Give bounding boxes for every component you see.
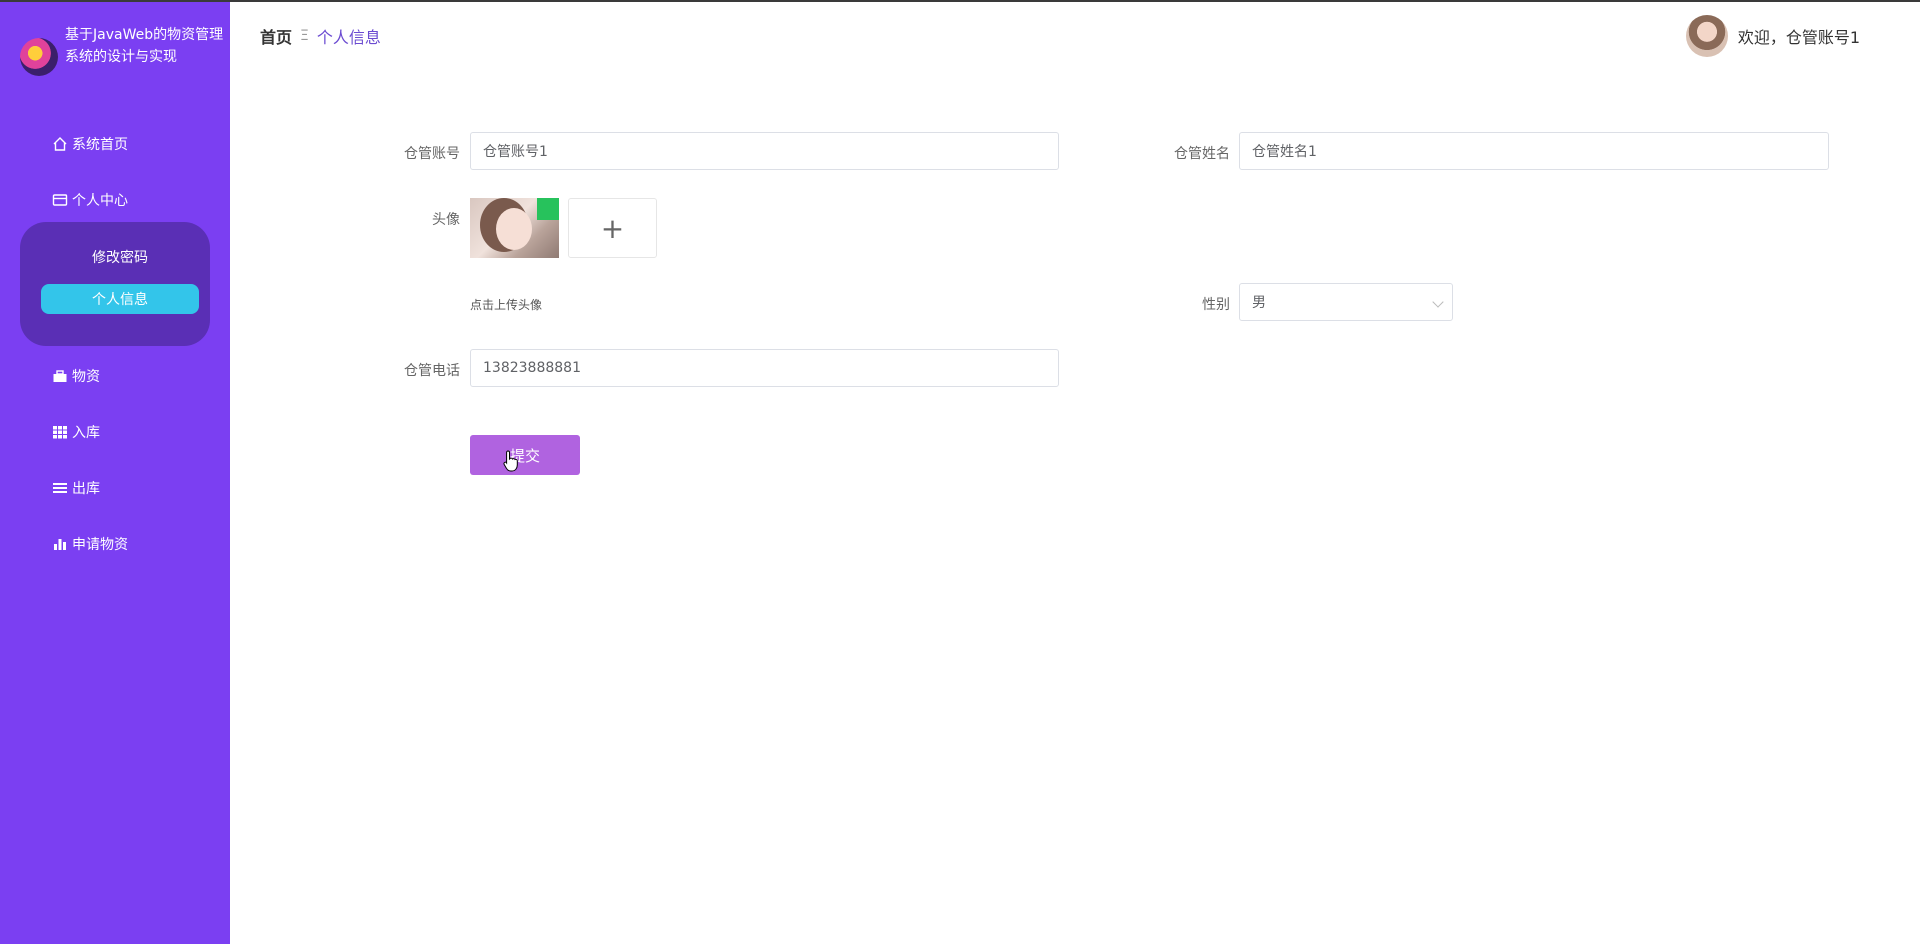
name-value: 仓管姓名1 xyxy=(1252,144,1317,160)
plus-icon: + xyxy=(600,211,625,245)
sidebar-item-label: 物资 xyxy=(72,369,100,385)
breadcrumb-current: 个人信息 xyxy=(316,28,381,47)
breadcrumb-separator: Ξ xyxy=(300,28,309,44)
sidebar: 基于JavaWeb的物资管理系统的设计与实现 系统首页 个人中心 修改密码 个人… xyxy=(0,2,230,944)
breadcrumb: 首页 Ξ 个人信息 xyxy=(260,24,381,48)
sidebar-item-home[interactable]: 系统首页 xyxy=(52,132,128,156)
submenu-item-personal-info[interactable]: 个人信息 xyxy=(41,284,199,314)
gender-select[interactable]: 男 xyxy=(1239,283,1453,321)
home-icon xyxy=(52,136,68,152)
gender-value: 男 xyxy=(1252,295,1266,311)
name-field[interactable]: 仓管姓名1 xyxy=(1239,132,1829,170)
submenu-item-label: 修改密码 xyxy=(92,250,148,266)
sidebar-item-inbound[interactable]: 入库 xyxy=(52,420,100,444)
sidebar-item-label: 入库 xyxy=(72,425,100,441)
avatar-photo-corner xyxy=(537,198,559,220)
avatar-upload-button[interactable]: + xyxy=(568,198,657,258)
brand: 基于JavaWeb的物资管理系统的设计与实现 xyxy=(20,24,223,94)
sidebar-item-label: 个人中心 xyxy=(72,193,128,209)
sidebar-item-label: 出库 xyxy=(72,481,100,497)
sidebar-item-outbound[interactable]: 出库 xyxy=(52,476,100,500)
chevron-down-icon xyxy=(1432,296,1444,308)
account-field[interactable]: 仓管账号1 xyxy=(470,132,1059,170)
sidebar-item-label: 系统首页 xyxy=(72,137,128,153)
top-border xyxy=(0,0,1920,2)
sidebar-item-personal-center[interactable]: 个人中心 xyxy=(52,188,128,212)
gender-label: 性别 xyxy=(1202,297,1230,313)
grid-icon xyxy=(52,424,68,440)
phone-field[interactable]: 13823888881 xyxy=(470,349,1059,387)
sidebar-item-label: 申请物资 xyxy=(72,537,128,553)
list-icon xyxy=(52,480,68,496)
welcome-text: 欢迎，仓管账号1 xyxy=(1737,28,1860,47)
card-icon xyxy=(52,192,68,208)
briefcase-icon xyxy=(52,368,68,384)
phone-label: 仓管电话 xyxy=(404,363,460,379)
name-label: 仓管姓名 xyxy=(1174,146,1230,162)
sidebar-item-materials[interactable]: 物资 xyxy=(52,364,100,388)
upload-hint: 点击上传头像 xyxy=(470,298,543,312)
submit-button[interactable]: 提交 xyxy=(470,435,580,475)
bar-chart-icon xyxy=(52,536,68,552)
avatar[interactable] xyxy=(1685,15,1728,57)
sidebar-item-apply-materials[interactable]: 申请物资 xyxy=(52,532,128,556)
submenu-item-label: 个人信息 xyxy=(92,292,148,308)
logo-icon xyxy=(20,38,58,76)
avatar-preview[interactable] xyxy=(470,198,559,258)
hand-cursor-icon xyxy=(503,450,518,472)
account-value: 仓管账号1 xyxy=(483,144,548,160)
phone-value: 13823888881 xyxy=(483,360,581,376)
account-label: 仓管账号 xyxy=(404,146,460,162)
avatar-label: 头像 xyxy=(432,212,460,228)
user-area: 欢迎，仓管账号1 xyxy=(1685,14,1860,58)
breadcrumb-home[interactable]: 首页 xyxy=(260,24,292,48)
app-title: 基于JavaWeb的物资管理系统的设计与实现 xyxy=(65,27,224,65)
submenu-item-change-password[interactable]: 修改密码 xyxy=(41,242,199,272)
avatar-photo xyxy=(496,208,532,250)
personal-center-submenu: 修改密码 个人信息 xyxy=(20,222,210,346)
